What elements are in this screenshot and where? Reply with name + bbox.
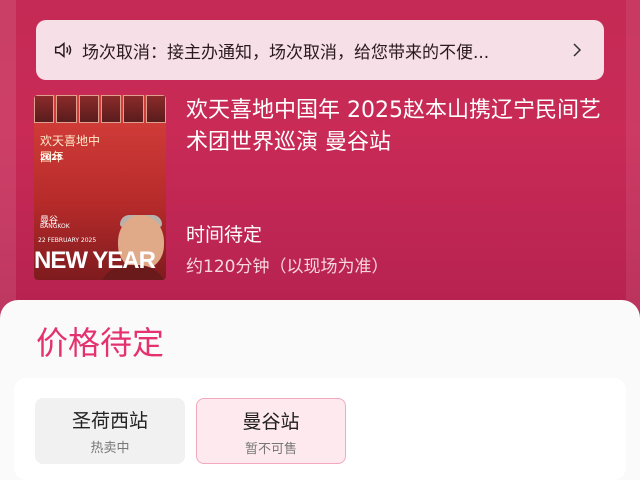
poster-city-en: BANGKOK bbox=[40, 223, 70, 230]
station-option-san-jose[interactable]: 圣荷西站 热卖中 bbox=[35, 398, 185, 464]
poster-date: 22 FEBRUARY 2025 bbox=[38, 237, 97, 244]
station-name: 曼谷站 bbox=[242, 411, 300, 433]
poster-year: 2025 bbox=[40, 153, 63, 162]
notice-text: 场次取消：接主办通知，场次取消，给您带来的不便... bbox=[82, 42, 490, 63]
poster-photo-strip bbox=[34, 95, 166, 123]
station-name: 圣荷西站 bbox=[71, 410, 148, 432]
event-time: 时间待定 bbox=[186, 224, 263, 246]
poster-calligraphy: 欢天喜地中国年 bbox=[40, 134, 101, 164]
event-duration: 约120分钟（以现场为准） bbox=[186, 257, 389, 277]
station-status: 暂不可售 bbox=[244, 442, 297, 457]
event-poster[interactable]: 欢天喜地中国年 2025 曼谷 BANGKOK 22 FEBRUARY 2025… bbox=[34, 95, 166, 280]
event-title: 欢天喜地中国年 2025赵本山携辽宁民间艺术团世界巡演 曼谷站 bbox=[186, 98, 601, 155]
station-option-bangkok[interactable]: 曼谷站 暂不可售 bbox=[196, 398, 346, 464]
price-label: 价格待定 bbox=[36, 324, 165, 362]
chevron-right-icon[interactable] bbox=[568, 41, 586, 59]
station-status: 热卖中 bbox=[90, 441, 130, 456]
poster-banner: NEW YEAR bbox=[34, 247, 156, 274]
cancellation-notice[interactable]: 场次取消：接主办通知，场次取消，给您带来的不便... bbox=[36, 20, 604, 80]
speaker-icon bbox=[54, 42, 72, 58]
